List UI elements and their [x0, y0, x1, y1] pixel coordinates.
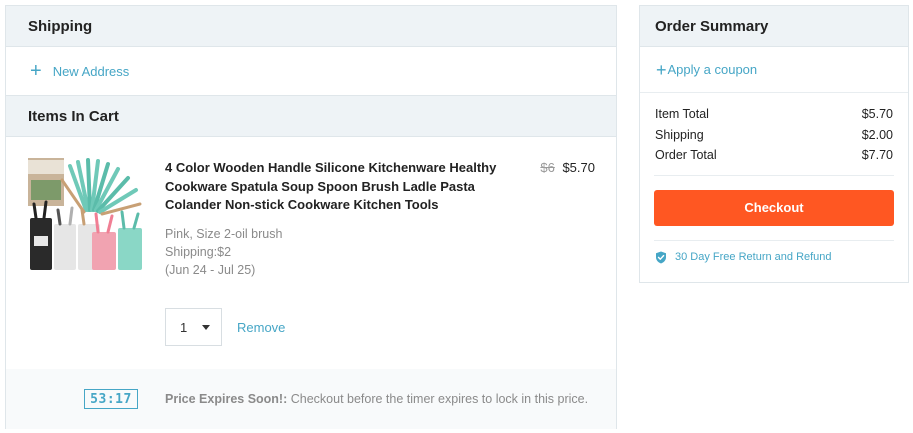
- shipping-total-value: $2.00: [861, 127, 893, 142]
- new-address-button[interactable]: + New Address: [6, 47, 616, 96]
- price-expiry-bar: 53:17 Price Expires Soon!: Checkout befo…: [6, 369, 616, 429]
- original-price: $6: [540, 160, 555, 175]
- sale-price: $5.70: [562, 160, 595, 175]
- item-total-label: Item Total: [655, 107, 709, 122]
- apply-coupon-button[interactable]: + Apply a coupon: [640, 47, 908, 93]
- price-expiry-label: Price Expires Soon!:: [165, 392, 288, 406]
- shipping-total-label: Shipping: [655, 127, 704, 142]
- item-shipping: Shipping:$2: [165, 244, 232, 259]
- item-variant: Pink, Size 2-oil brush: [165, 226, 283, 241]
- remove-button[interactable]: Remove: [237, 320, 285, 335]
- order-totals: Item Total $5.70 Shipping $2.00 Order To…: [640, 93, 908, 166]
- shipping-header: Shipping: [6, 6, 616, 47]
- divider: [654, 239, 894, 241]
- cart-item: 4 Color Wooden Handle Silicone Kitchenwa…: [6, 137, 616, 367]
- order-total-row: Order Total $7.70: [655, 145, 893, 166]
- order-summary-header: Order Summary: [640, 6, 908, 47]
- return-guarantee: 30 Day Free Return and Refund: [640, 251, 908, 264]
- checkout-main-panel: Shipping + New Address Items In Cart 4 C…: [5, 5, 617, 429]
- items-in-cart-title: Items In Cart: [28, 107, 119, 125]
- price-expiry-text: Price Expires Soon!: Checkout before the…: [165, 392, 588, 406]
- order-summary-panel: Order Summary + Apply a coupon Item Tota…: [639, 5, 909, 283]
- new-address-label: New Address: [52, 63, 130, 79]
- quantity-select[interactable]: 1: [165, 308, 222, 346]
- plus-icon: +: [30, 60, 42, 82]
- shipping-title: Shipping: [28, 17, 93, 35]
- apply-coupon-label: Apply a coupon: [667, 62, 758, 77]
- item-price: $6 $5.70: [540, 160, 595, 175]
- order-summary-title: Order Summary: [655, 17, 769, 35]
- item-delivery-window: (Jun 24 - Jul 25): [165, 262, 256, 277]
- order-total-value: $7.70: [861, 148, 893, 163]
- quantity-row: 1 Remove: [165, 308, 285, 346]
- shipping-total-row: Shipping $2.00: [655, 125, 893, 146]
- plus-icon: +: [656, 59, 667, 80]
- item-total-row: Item Total $5.70: [655, 104, 893, 125]
- divider: [654, 174, 894, 176]
- quantity-value: 1: [180, 319, 188, 335]
- item-title[interactable]: 4 Color Wooden Handle Silicone Kitchenwa…: [165, 159, 505, 215]
- checkout-button[interactable]: Checkout: [654, 189, 894, 226]
- product-thumbnail[interactable]: [28, 158, 144, 274]
- return-guarantee-text: 30 Day Free Return and Refund: [675, 251, 832, 263]
- order-total-label: Order Total: [655, 148, 717, 163]
- countdown-timer: 53:17: [84, 389, 138, 409]
- item-info: 4 Color Wooden Handle Silicone Kitchenwa…: [165, 159, 505, 279]
- price-expiry-message: Checkout before the timer expires to loc…: [287, 392, 589, 406]
- caret-down-icon: [202, 325, 210, 330]
- items-in-cart-header: Items In Cart: [6, 96, 616, 137]
- shield-check-icon: [656, 251, 666, 263]
- item-meta: Pink, Size 2-oil brush Shipping:$2 (Jun …: [165, 225, 505, 279]
- item-total-value: $5.70: [861, 107, 893, 122]
